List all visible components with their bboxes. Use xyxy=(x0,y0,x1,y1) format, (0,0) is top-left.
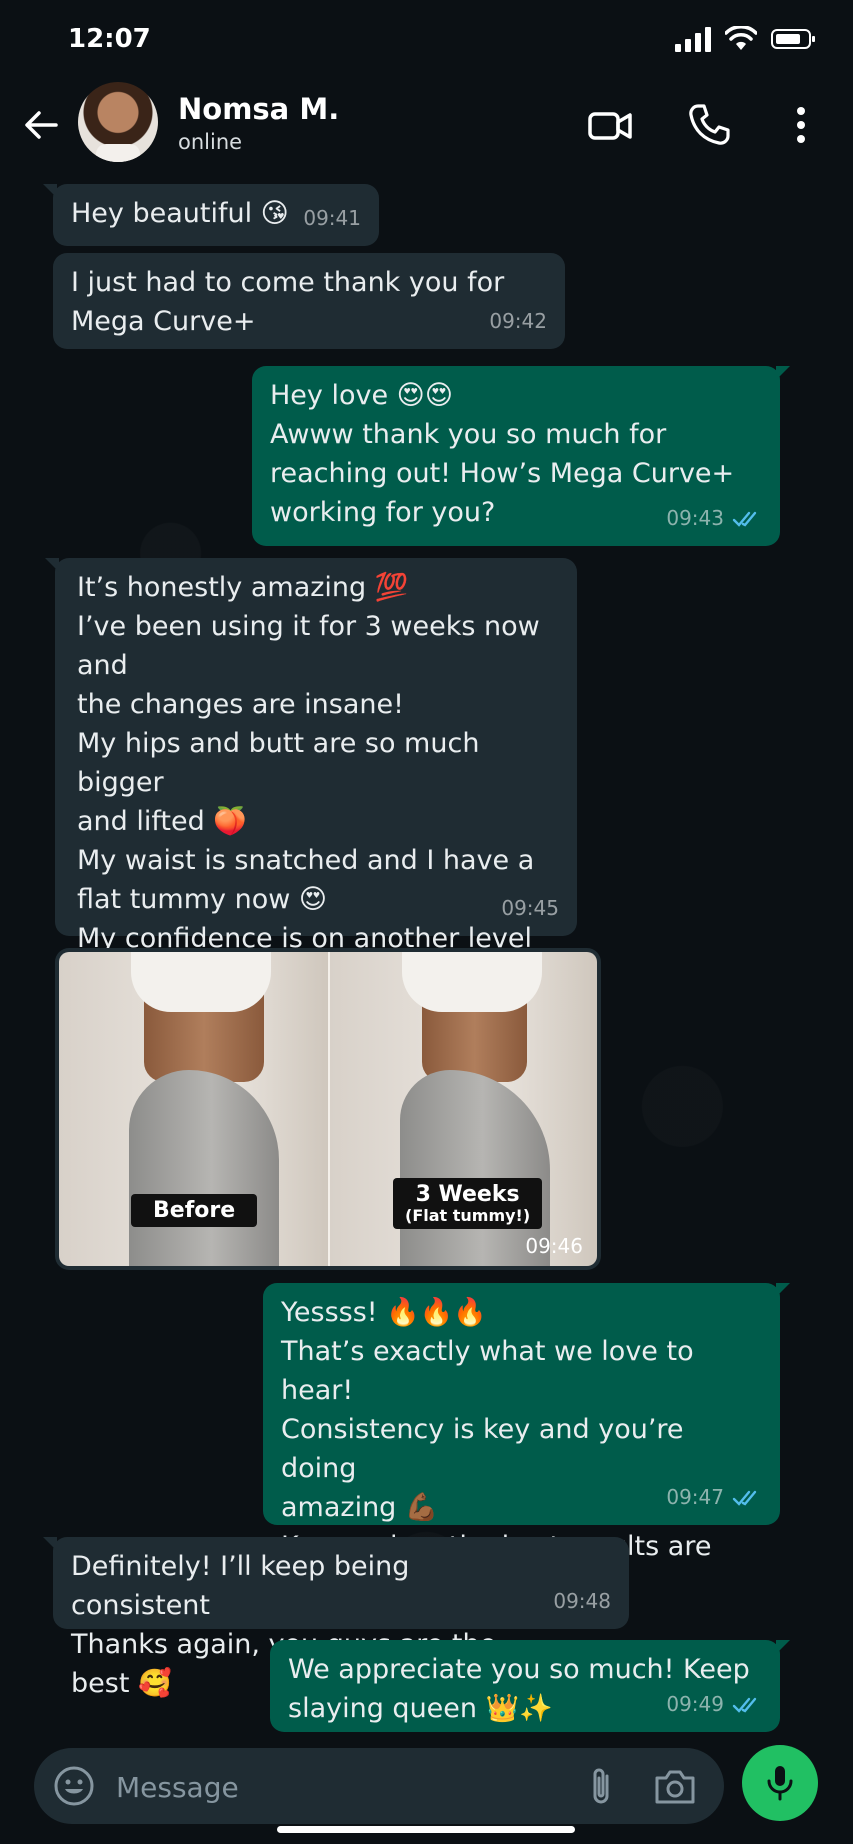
message-text: Hey love 😍😍 Awww thank you so much for r… xyxy=(270,380,735,528)
mic-button[interactable] xyxy=(742,1745,818,1821)
attach-icon[interactable] xyxy=(579,1764,623,1808)
message-bubble-outgoing[interactable]: We appreciate you so much! Keep slaying … xyxy=(270,1640,790,1732)
avatar[interactable] xyxy=(78,82,158,162)
photo-label-after-subtitle: (Flat tummy!) xyxy=(405,1206,531,1225)
photo-label-after: 3 Weeks (Flat tummy!) xyxy=(393,1178,543,1229)
message-meta: 09:47 xyxy=(666,1478,762,1517)
mic-icon xyxy=(767,1766,793,1801)
message-bubble-incoming[interactable]: Hey beautiful 😘 09:41 xyxy=(43,184,379,246)
battery-icon xyxy=(771,29,815,49)
message-time: 09:45 xyxy=(501,896,559,920)
message-time: 09:48 xyxy=(553,1589,611,1613)
contact-status: online xyxy=(178,130,243,154)
composer xyxy=(34,1748,724,1824)
photo-label-before: Before xyxy=(131,1194,258,1227)
message-bubble-outgoing[interactable]: Yessss! 🔥🔥🔥 That’s exactly what we love … xyxy=(263,1283,790,1601)
wifi-icon xyxy=(725,26,757,50)
message-bubble-incoming[interactable]: I just had to come thank you for Mega Cu… xyxy=(53,253,565,349)
read-ticks-icon xyxy=(732,511,757,527)
more-icon[interactable] xyxy=(776,100,826,150)
signal-icon xyxy=(675,26,711,52)
message-input[interactable] xyxy=(114,1762,498,1812)
message-time: 09:41 xyxy=(303,206,361,230)
read-ticks-icon xyxy=(732,1697,757,1713)
before-after-photo[interactable]: Before 3 Weeks (Flat tummy!) 09:46 xyxy=(59,952,597,1266)
message-text: Hey beautiful 😘 xyxy=(71,198,289,229)
back-arrow-icon[interactable] xyxy=(18,102,64,148)
home-indicator[interactable] xyxy=(277,1826,575,1833)
status-time: 12:07 xyxy=(68,24,151,54)
photo-label-after-title: 3 Weeks xyxy=(415,1182,520,1207)
camera-icon[interactable] xyxy=(652,1764,698,1808)
status-icons xyxy=(675,26,815,52)
message-bubble-incoming[interactable]: Definitely! I’ll keep being consistent T… xyxy=(43,1537,629,1699)
phone-icon[interactable] xyxy=(684,100,734,150)
message-time: 09:42 xyxy=(489,309,547,333)
message-time: 09:49 xyxy=(666,1692,724,1716)
photo-before: Before xyxy=(59,952,328,1266)
message-time: 09:47 xyxy=(666,1485,724,1509)
contact-name[interactable]: Nomsa M. xyxy=(178,92,339,126)
read-ticks-icon xyxy=(732,1490,757,1506)
photo-time: 09:46 xyxy=(525,1234,583,1258)
emoji-icon[interactable] xyxy=(52,1764,96,1808)
message-meta: 09:43 xyxy=(666,499,762,538)
photo-message[interactable]: Before 3 Weeks (Flat tummy!) 09:46 xyxy=(55,948,601,1270)
message-text: I just had to come thank you for Mega Cu… xyxy=(71,267,505,337)
message-bubble-outgoing[interactable]: Hey love 😍😍 Awww thank you so much for r… xyxy=(252,366,790,546)
photo-after: 3 Weeks (Flat tummy!) xyxy=(328,952,597,1266)
message-bubble-incoming[interactable]: It’s honestly amazing 💯 I’ve been using … xyxy=(45,558,577,1032)
video-call-icon[interactable] xyxy=(585,100,635,150)
message-meta: 09:49 xyxy=(666,1685,762,1724)
message-time: 09:43 xyxy=(666,506,724,530)
status-bar: 12:07 xyxy=(0,0,853,80)
chat-header: Nomsa M. online xyxy=(0,80,853,180)
